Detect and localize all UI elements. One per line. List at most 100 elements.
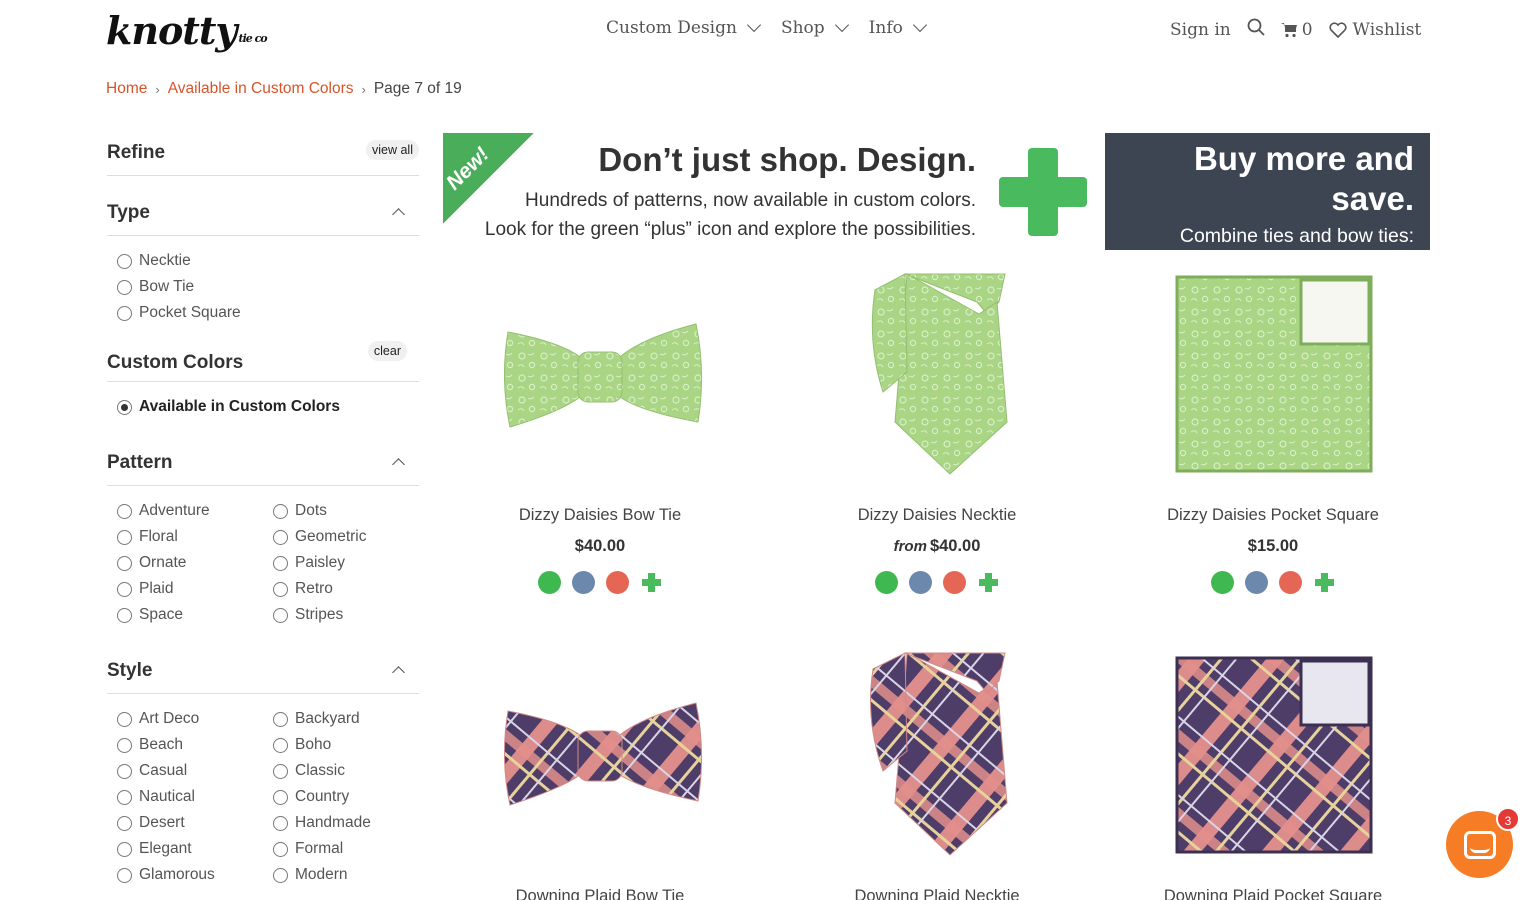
plus-icon[interactable] [977, 571, 1000, 594]
product-card[interactable]: Downing Plaid Necktie [787, 643, 1087, 900]
custom-colors-banner[interactable]: New! Don’t just shop. Design. Hundreds o… [442, 133, 1088, 251]
type-option[interactable]: Bow Tie [117, 274, 419, 300]
swatch-blue[interactable] [1244, 571, 1268, 594]
logo[interactable]: knotty tie co [106, 8, 268, 53]
pocket-square-image[interactable] [1123, 643, 1423, 863]
style-option[interactable]: Handmade [273, 810, 429, 836]
pattern-options: Adventure Dots Floral Geometric Ornate P… [107, 486, 419, 628]
type-title: Type [107, 201, 150, 223]
pattern-option[interactable]: Retro [273, 576, 429, 602]
radio-icon [117, 529, 132, 545]
product-card[interactable]: Downing Plaid Bow Tie [450, 643, 750, 900]
style-option[interactable]: Glamorous [117, 862, 273, 888]
chevron-up-icon[interactable] [392, 208, 405, 221]
view-all-button[interactable]: view all [366, 139, 419, 160]
style-option[interactable]: Nautical [117, 784, 273, 810]
sign-in-link[interactable]: Sign in [1170, 20, 1231, 40]
product-card[interactable]: Dizzy Daisies Necktie from $40.00 [787, 262, 1087, 594]
bow-tie-image[interactable] [450, 643, 750, 863]
necktie-image[interactable] [787, 262, 1087, 482]
chevron-up-icon[interactable] [392, 666, 405, 679]
type-option[interactable]: Pocket Square [117, 300, 419, 326]
swatch-blue[interactable] [571, 571, 595, 594]
product-name[interactable]: Downing Plaid Bow Tie [450, 887, 750, 900]
pattern-option[interactable]: Geometric [273, 524, 429, 550]
swatch-red[interactable] [942, 571, 966, 594]
search-icon[interactable] [1247, 18, 1265, 41]
plus-icon[interactable] [640, 571, 663, 594]
radio-icon [273, 555, 288, 571]
style-option[interactable]: Modern [273, 862, 429, 888]
wishlist-link[interactable]: Wishlist [1329, 20, 1421, 40]
type-option[interactable]: Necktie [117, 248, 419, 274]
account-nav: Sign in 0 Wishlist [1170, 18, 1421, 41]
style-option[interactable]: Elegant [117, 836, 273, 862]
style-option[interactable]: Boho [273, 732, 429, 758]
swatch-blue[interactable] [908, 571, 932, 594]
radio-icon [117, 607, 132, 623]
style-option[interactable]: Backyard [273, 706, 429, 732]
pattern-header[interactable]: Pattern [107, 440, 419, 486]
notification-badge: 3 [1496, 807, 1520, 831]
product-card[interactable]: Dizzy Daisies Pocket Square $15.00 [1123, 262, 1423, 594]
nav-shop[interactable]: Shop [781, 17, 849, 38]
pattern-option[interactable]: Space [117, 602, 273, 628]
pattern-option[interactable]: Stripes [273, 602, 429, 628]
chevron-up-icon[interactable] [392, 458, 405, 471]
style-option[interactable]: Formal [273, 836, 429, 862]
pattern-option[interactable]: Dots [273, 498, 429, 524]
pattern-option[interactable]: Ornate [117, 550, 273, 576]
product-name[interactable]: Dizzy Daisies Necktie [787, 506, 1087, 525]
pattern-option[interactable]: Adventure [117, 498, 273, 524]
product-name[interactable]: Downing Plaid Necktie [787, 887, 1087, 900]
product-card[interactable]: Downing Plaid Pocket Square [1123, 643, 1423, 900]
pattern-option[interactable]: Paisley [273, 550, 429, 576]
product-card[interactable]: Dizzy Daisies Bow Tie $40.00 [450, 262, 750, 594]
breadcrumb-home[interactable]: Home [106, 80, 147, 98]
swatch-red[interactable] [605, 571, 629, 594]
price-prefix: from [893, 538, 927, 555]
chat-launcher[interactable]: 3 [1446, 807, 1520, 878]
bow-tie-image[interactable] [450, 262, 750, 482]
option-label: Available in Custom Colors [139, 398, 340, 415]
radio-icon [117, 555, 132, 571]
chat-icon [1464, 831, 1496, 859]
option-label: Paisley [295, 554, 345, 571]
option-label: Space [139, 606, 183, 623]
style-option[interactable]: Beach [117, 732, 273, 758]
swatch-green[interactable] [537, 571, 561, 594]
swatch-green[interactable] [1210, 571, 1234, 594]
plus-icon[interactable] [1313, 571, 1336, 594]
radio-icon [117, 867, 132, 883]
clear-button[interactable]: clear [367, 340, 407, 361]
type-header[interactable]: Type [107, 190, 419, 236]
price-value: $15.00 [1247, 537, 1299, 555]
breadcrumb-category[interactable]: Available in Custom Colors [168, 80, 354, 98]
nav-custom-design[interactable]: Custom Design [606, 17, 762, 38]
pocket-square-image[interactable] [1123, 262, 1423, 482]
pattern-option[interactable]: Plaid [117, 576, 273, 602]
color-swatches [450, 571, 750, 594]
style-option[interactable]: Art Deco [117, 706, 273, 732]
radio-icon [273, 529, 288, 545]
nav-info[interactable]: Info [869, 17, 927, 38]
product-price: $40.00 [450, 537, 750, 556]
price-value: $40.00 [574, 537, 626, 555]
style-option[interactable]: Desert [117, 810, 273, 836]
style-header[interactable]: Style [107, 648, 419, 694]
necktie-image[interactable] [787, 643, 1087, 863]
product-name[interactable]: Dizzy Daisies Pocket Square [1123, 506, 1423, 525]
swatch-green[interactable] [874, 571, 898, 594]
style-option[interactable]: Country [273, 784, 429, 810]
swatch-red[interactable] [1278, 571, 1302, 594]
pattern-option[interactable]: Floral [117, 524, 273, 550]
product-name[interactable]: Dizzy Daisies Bow Tie [450, 506, 750, 525]
style-option[interactable]: Classic [273, 758, 429, 784]
product-name[interactable]: Downing Plaid Pocket Square [1123, 887, 1423, 900]
radio-icon [273, 607, 288, 623]
style-option[interactable]: Casual [117, 758, 273, 784]
custom-colors-option[interactable]: Available in Custom Colors [117, 394, 419, 420]
breadcrumb-current: Page 7 of 19 [373, 80, 462, 97]
cart-button[interactable]: 0 [1280, 20, 1313, 40]
option-label: Retro [295, 580, 333, 597]
